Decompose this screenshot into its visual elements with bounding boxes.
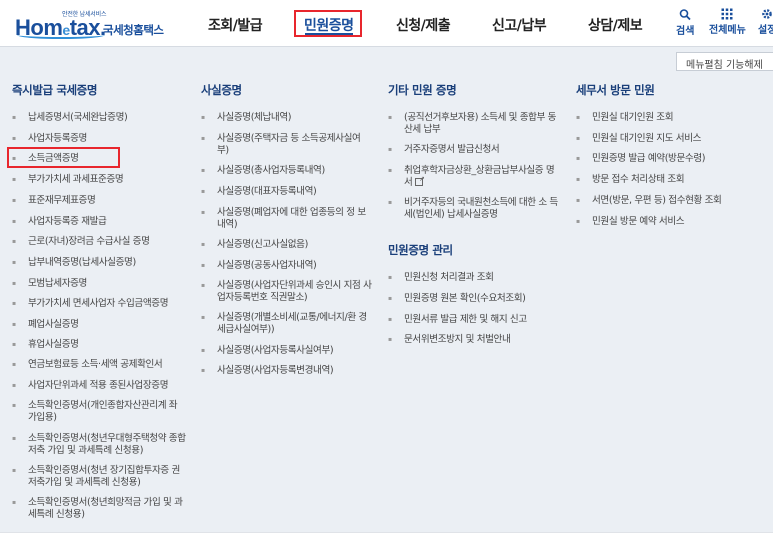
menu-item[interactable]: 사실증명(총사업자등록내역) — [201, 165, 373, 177]
menu-item[interactable]: 사실증명(사업자등록변경내역) — [201, 365, 373, 377]
menu-item[interactable]: 사업자등록증 재발급 — [12, 216, 198, 228]
menu-item[interactable]: 민원서류 발급 제한 및 해지 신고 — [388, 314, 560, 326]
menu-item-income-certificate[interactable]: 소득금액증명 — [12, 153, 198, 165]
menu-item[interactable]: 방문 접수 처리상태 조회 — [576, 174, 762, 186]
menu-item[interactable]: 사업자단위과세 적용 종된사업장증명 — [12, 380, 198, 392]
menu-item[interactable]: 사실증명(개별소비세(교통/에너지/환 경세급사실여부)) — [201, 312, 373, 336]
search-icon — [679, 9, 691, 21]
menu-item[interactable]: 취업후학자금상환_상환금납부사실증 명서↗ — [388, 165, 560, 189]
menu-item[interactable]: 민원실 대기인원 지도 서비스 — [576, 133, 762, 145]
menu-item[interactable]: 표준재무제표증명 — [12, 195, 198, 207]
menu-item[interactable]: 민원증명 발급 예약(방문수령) — [576, 153, 762, 165]
header: 안전한 납세서비스 Hometax. 국세청홈택스 조회/발급 민원증명 신청/… — [0, 0, 773, 46]
all-menu-label: 전체메뉴 — [709, 25, 746, 36]
menu-item[interactable]: 휴업사실증명 — [12, 339, 198, 351]
menu-item[interactable]: 문서위변조방지 및 처벌안내 — [388, 334, 560, 346]
gnb-consult-report[interactable]: 상담/제보 — [588, 15, 643, 35]
gnb-highlight-box — [294, 10, 362, 37]
menu-item[interactable]: 폐업사실증명 — [12, 319, 198, 331]
hometax-logo[interactable]: 안전한 납세서비스 Hometax. 국세청홈택스 — [15, 9, 165, 40]
gnb-report-pay[interactable]: 신고/납부 — [492, 15, 547, 35]
settings-label: 설정 — [758, 25, 773, 36]
menu-item[interactable]: 비거주자등의 국내원천소득에 대한 소 득세(법인세) 납세사실증명 — [388, 197, 560, 221]
gear-icon — [762, 9, 773, 19]
menu-item[interactable]: 납부내역증명(납세사실증명) — [12, 257, 198, 269]
menu-item[interactable]: 사실증명(사업자등록사실여부) — [201, 345, 373, 357]
settings-button[interactable]: 설정 — [758, 8, 773, 36]
menu-item[interactable]: 민원신청 처리결과 조회 — [388, 272, 560, 284]
menu-item[interactable]: 민원실 대기인원 조회 — [576, 112, 762, 124]
search-button[interactable]: 검색 — [676, 8, 694, 37]
logo-swoosh-icon — [17, 31, 105, 39]
menu-item[interactable]: 소득확인증명서(청년희망적금 가입 및 과세특례 신청용) — [12, 497, 186, 521]
search-label: 검색 — [676, 26, 695, 37]
all-menu-button[interactable]: 전체메뉴 — [709, 8, 746, 36]
menu-item[interactable]: 소득확인증명서(청년우대형주택청약 종합저축 가입 및 과세특례 신청용) — [12, 433, 186, 457]
menu-item[interactable]: 민원증명 원본 확인(수요처조회) — [388, 293, 560, 305]
menu-item[interactable]: 소득확인증명서(개인종합자산관리계 좌 가입용) — [12, 400, 186, 424]
col-title-tax-office-visit: 세무서 방문 민원 — [576, 83, 655, 97]
menu-item[interactable]: 사실증명(사업자단위과세 승인시 지점 사업자등록번호 직권말소) — [201, 280, 373, 304]
menu-item[interactable]: 사실증명(대표자등록내역) — [201, 186, 373, 198]
menu-item[interactable]: 사실증명(체납내역) — [201, 112, 373, 124]
menu-item[interactable]: 부가가치세 면세사업자 수입금액증명 — [12, 298, 198, 310]
gnb-lookup-issue[interactable]: 조회/발급 — [208, 15, 263, 35]
menu-item[interactable]: 모범납세자증명 — [12, 278, 198, 290]
menu-item[interactable]: 사실증명(신고사실없음) — [201, 239, 373, 251]
gnb-apply-submit[interactable]: 신청/제출 — [396, 15, 451, 35]
col-title-certificate-management: 민원증명 관리 — [388, 243, 453, 257]
col-title-other-civil: 기타 민원 증명 — [388, 83, 457, 97]
col-title-fact-certificate: 사실증명 — [201, 83, 242, 97]
menu-item[interactable]: 사실증명(공동사업자내역) — [201, 260, 373, 272]
col-title-instant-certificate: 즉시발급 국세증명 — [12, 83, 98, 97]
grid-menu-icon — [721, 8, 733, 20]
external-link-icon: ↗ — [415, 176, 425, 186]
menu-item[interactable]: 사실증명(폐업자에 대한 업종등의 정 보내역) — [201, 207, 373, 231]
menu-item[interactable]: 서면(방문, 우편 등) 접수현황 조회 — [576, 195, 762, 207]
logo-subtitle: 국세청홈택스 — [103, 23, 164, 37]
menu-item[interactable]: 사업자등록증명 — [12, 133, 198, 145]
menu-item[interactable]: 거주자증명서 발급신청서 — [388, 144, 560, 156]
menu-item[interactable]: 납세증명서(국세완납증명) — [12, 112, 198, 124]
bottom-strip — [0, 532, 773, 540]
menu-item[interactable]: 민원실 방문 예약 서비스 — [576, 216, 762, 228]
menu-item[interactable]: 연금보험료등 소득·세액 공제확인서 — [12, 359, 198, 371]
menu-item[interactable]: 근로(자녀)장려금 수급사실 증명 — [12, 236, 198, 248]
menu-item[interactable]: (공직선거후보자용) 소득세 및 종합부 동산세 납부 — [388, 112, 560, 136]
menu-item[interactable]: 소득확인증명서(청년 장기집합투자증 권저축가입 및 과세특례 신청용) — [12, 465, 186, 489]
menu-item[interactable]: 부가가치세 과세표준증명 — [12, 174, 198, 186]
menu-item[interactable]: 사실증명(주택자금 등 소득공제사실여 부) — [201, 133, 373, 157]
menu-expand-toggle-button[interactable]: 메뉴펼침 기능해제 — [676, 52, 773, 71]
